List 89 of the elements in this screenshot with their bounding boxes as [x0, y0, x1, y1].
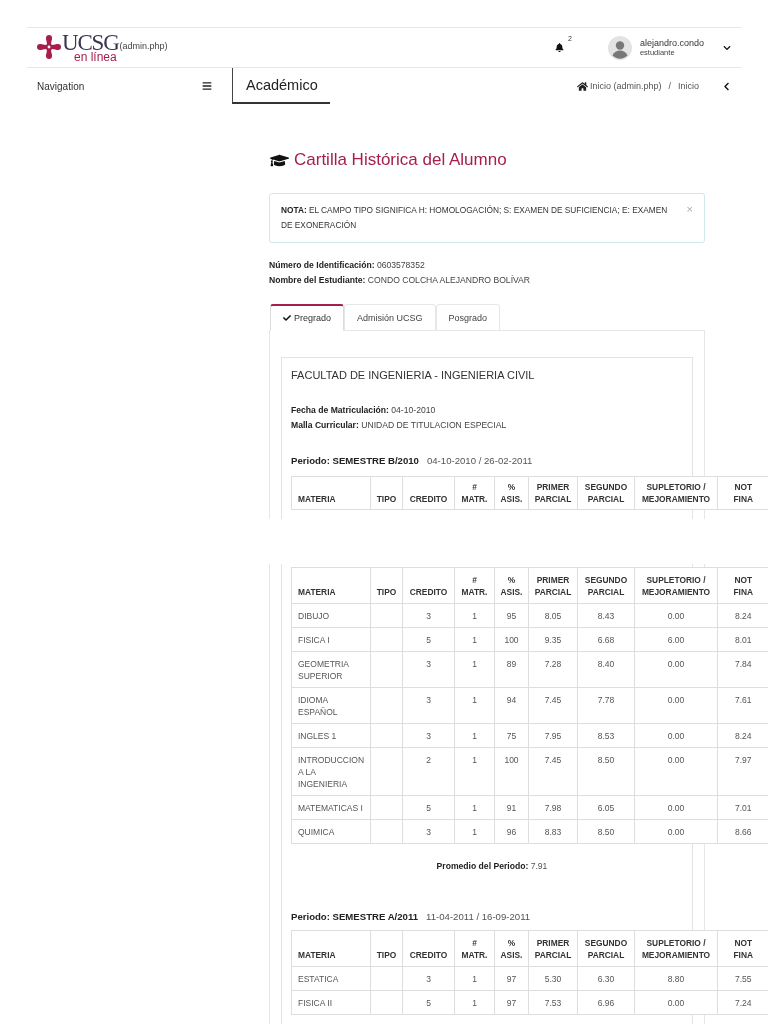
column-header: % ASIS.	[494, 930, 529, 967]
table-cell: 0.00	[634, 747, 718, 796]
bell-icon[interactable]	[554, 43, 564, 52]
table-cell: 100	[494, 747, 529, 796]
table-cell: 0.00	[634, 651, 718, 688]
table-cell: 8.40	[577, 651, 635, 688]
table-cell: IDIOMA ESPAÑOL	[291, 687, 371, 724]
column-header: PRIMER PARCIAL	[528, 930, 578, 967]
table-cell: FISICA II	[291, 990, 371, 1015]
program-detail: Malla Curricular: UNIDAD DE TITULACION ESPECIAL	[291, 419, 508, 432]
navigation-label: Navigation	[37, 80, 85, 92]
table-cell: 3	[402, 687, 455, 724]
logo-emblem-icon	[37, 34, 61, 59]
column-header: PRIMER PARCIAL	[528, 476, 578, 510]
column-header: SUPLETORIO / MEJORAMIENTO	[634, 567, 718, 604]
table-cell: 7.45	[528, 687, 578, 724]
table-cell: 7.84	[717, 651, 768, 688]
column-header: % ASIS.	[494, 476, 529, 510]
table-cell: 7.45	[528, 747, 578, 796]
avatar-icon[interactable]	[607, 35, 632, 60]
breadcrumb-separator: /	[668, 81, 671, 91]
note-text: NOTA: EL CAMPO TIPO SIGNIFICA H: HOMOLOGACIÓN; S: EXAMEN DE SUFICIENCIA; E: EXAMEN DE EXONERACIÓN	[281, 204, 669, 232]
column-header: # MATR.	[454, 567, 495, 604]
table-cell: MATEMATICAS I	[291, 795, 371, 820]
column-header: MATERIA	[291, 930, 371, 967]
column-header: TIPO	[370, 476, 403, 510]
table-cell: INTRODUCCION A LA INGENIERIA	[291, 747, 371, 796]
table-cell: 8.50	[577, 747, 635, 796]
tab[interactable]: Posgrado	[435, 304, 501, 331]
table-cell	[370, 747, 403, 796]
table-cell: ESTATICA	[291, 966, 371, 991]
table-cell: GEOMETRIA SUPERIOR	[291, 651, 371, 688]
admin-link[interactable]: (admin.php)	[119, 40, 168, 51]
column-header: # MATR.	[454, 476, 495, 510]
user-name: alejandro.condo	[639, 38, 704, 48]
column-header: SEGUNDO PARCIAL	[577, 930, 635, 967]
table-cell: 7.97	[717, 747, 768, 796]
chevron-left-icon[interactable]	[722, 81, 731, 91]
logo-tagline: en línea	[74, 51, 117, 63]
column-header: CREDITO	[402, 567, 455, 604]
program-detail: Fecha de Matriculación: 04-10-2010	[291, 404, 437, 417]
student-info: Nombre del Estudiante: CONDO COLCHA ALEJANDRO BOLÍVAR	[269, 274, 532, 287]
column-header: TIPO	[370, 930, 403, 967]
table-cell: 3	[402, 651, 455, 688]
table-cell: 2	[402, 747, 455, 796]
column-header: PRIMER PARCIAL	[528, 567, 578, 604]
chevron-down-icon[interactable]	[723, 43, 731, 52]
column-header: NOT FINA	[717, 567, 768, 604]
logo-wordmark: UCSG	[62, 32, 119, 53]
menu-icon[interactable]	[202, 81, 212, 91]
period-title: Periodo: SEMESTRE B/2010	[291, 455, 419, 466]
column-header: NOT FINA	[717, 930, 768, 967]
column-header: % ASIS.	[494, 567, 529, 604]
column-header: SUPLETORIO / MEJORAMIENTO	[634, 930, 718, 967]
table-cell: FISICA I	[291, 627, 371, 652]
column-header: CREDITO	[402, 930, 455, 967]
table-cell: 7.78	[577, 687, 635, 724]
page-title: Cartilla Histórica del Alumno	[294, 150, 507, 170]
column-header: NOT FINA	[717, 476, 768, 510]
home-icon[interactable]	[576, 80, 588, 92]
table-cell: 0.00	[634, 687, 718, 724]
table-cell: QUIMICA	[291, 819, 371, 844]
column-header: CREDITO	[402, 476, 455, 510]
table-cell: DIBUJO	[291, 603, 371, 628]
column-header: SUPLETORIO / MEJORAMIENTO	[634, 476, 718, 510]
table-cell: 7.28	[528, 651, 578, 688]
tab[interactable]: Pregrado	[270, 304, 345, 331]
column-header: SEGUNDO PARCIAL	[577, 476, 635, 510]
table-cell: 1	[454, 651, 495, 688]
column-header: MATERIA	[291, 567, 371, 604]
column-header: SEGUNDO PARCIAL	[577, 567, 635, 604]
column-header: MATERIA	[291, 476, 371, 510]
breadcrumb-current: Inicio	[678, 81, 699, 91]
period-title: Periodo: SEMESTRE A/2011	[291, 911, 419, 922]
section-tab[interactable]: Académico	[232, 68, 330, 104]
column-header: # MATR.	[454, 930, 495, 967]
column-header: TIPO	[370, 567, 403, 604]
check-icon	[283, 314, 291, 322]
breadcrumb-link[interactable]: Inicio (admin.php)	[589, 81, 662, 91]
period-average: Promedio del Periodo: 7.91	[435, 860, 549, 873]
faculty-title: FACULTAD DE INGENIERIA - INGENIERIA CIVIL	[291, 368, 536, 382]
table-cell: INGLES 1	[291, 723, 371, 748]
table-cell: 1	[454, 687, 495, 724]
period-dates: 11-04-2011 / 16-09-2011	[426, 911, 531, 922]
table-cell: 7.61	[717, 687, 768, 724]
student-info: Número de Identificación: 0603578352	[269, 259, 426, 272]
table-cell: 1	[454, 747, 495, 796]
tab[interactable]: Admisión UCSG	[344, 304, 436, 331]
period-dates: 04-10-2010 / 26-02-2011	[426, 455, 533, 466]
